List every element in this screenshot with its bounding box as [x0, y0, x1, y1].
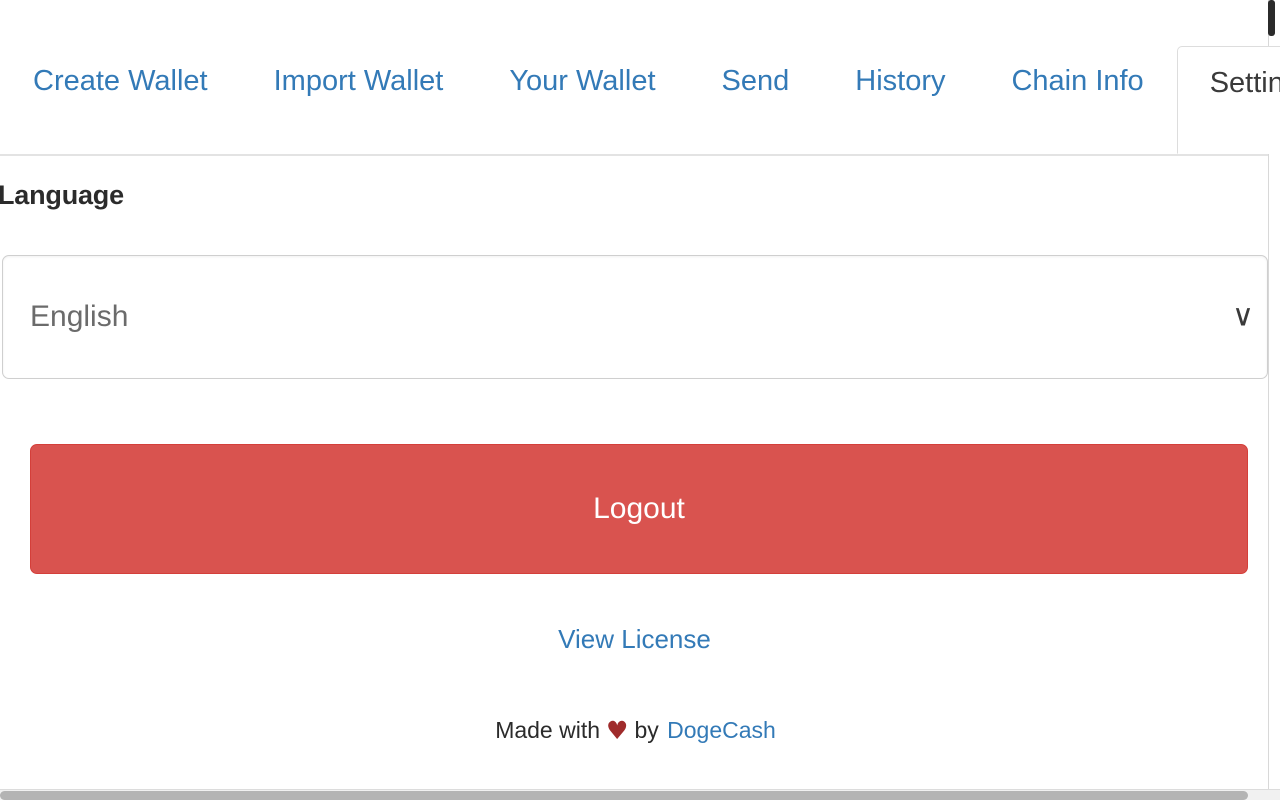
app-viewport: Create Wallet Import Wallet Your Wallet …: [0, 0, 1280, 800]
heart-icon: ♥: [606, 716, 629, 745]
language-select[interactable]: [2, 255, 1268, 379]
tab-list: Create Wallet Import Wallet Your Wallet …: [0, 0, 1280, 154]
footer-made-with-text: Made with: [495, 717, 601, 743]
language-select-wrapper[interactable]: English ∨: [2, 255, 1268, 379]
tab-settings[interactable]: Settings: [1176, 46, 1280, 154]
logout-button[interactable]: Logout: [30, 444, 1248, 574]
horizontal-scrollbar[interactable]: [0, 789, 1280, 800]
tab-your-wallet[interactable]: Your Wallet: [476, 66, 688, 152]
tab-history[interactable]: History: [822, 66, 978, 152]
tab-import-wallet-wrapper: Import Wallet: [241, 66, 477, 152]
tab-create-wallet-wrapper: Create Wallet: [0, 66, 241, 152]
tab-chain-info[interactable]: Chain Info: [978, 66, 1176, 152]
horizontal-scrollbar-thumb[interactable]: [0, 791, 1248, 800]
tab-settings-wrapper: Settings: [1176, 46, 1280, 154]
vertical-scrollbar-thumb[interactable]: [1268, 0, 1275, 36]
view-license-link[interactable]: View License: [0, 624, 1269, 655]
tab-history-wrapper: History: [822, 66, 978, 152]
dogecash-link[interactable]: DogeCash: [667, 717, 776, 743]
footer-credit: Made with ♥ by DogeCash: [0, 716, 1269, 745]
tab-chain-info-wrapper: Chain Info: [978, 66, 1176, 152]
settings-panel: Language English ∨ Logout View License M…: [0, 156, 1269, 790]
chevron-down-icon: ∨: [1232, 298, 1254, 334]
tab-send-wrapper: Send: [689, 66, 823, 152]
primary-tab-bar: Create Wallet Import Wallet Your Wallet …: [0, 0, 1280, 156]
tab-your-wallet-wrapper: Your Wallet: [476, 66, 688, 152]
tab-send[interactable]: Send: [689, 66, 823, 152]
language-label: Language: [0, 180, 124, 210]
footer-by-text: by: [634, 717, 659, 743]
tab-import-wallet[interactable]: Import Wallet: [241, 66, 477, 152]
language-select-value: English: [30, 300, 129, 333]
tab-create-wallet[interactable]: Create Wallet: [0, 66, 241, 152]
